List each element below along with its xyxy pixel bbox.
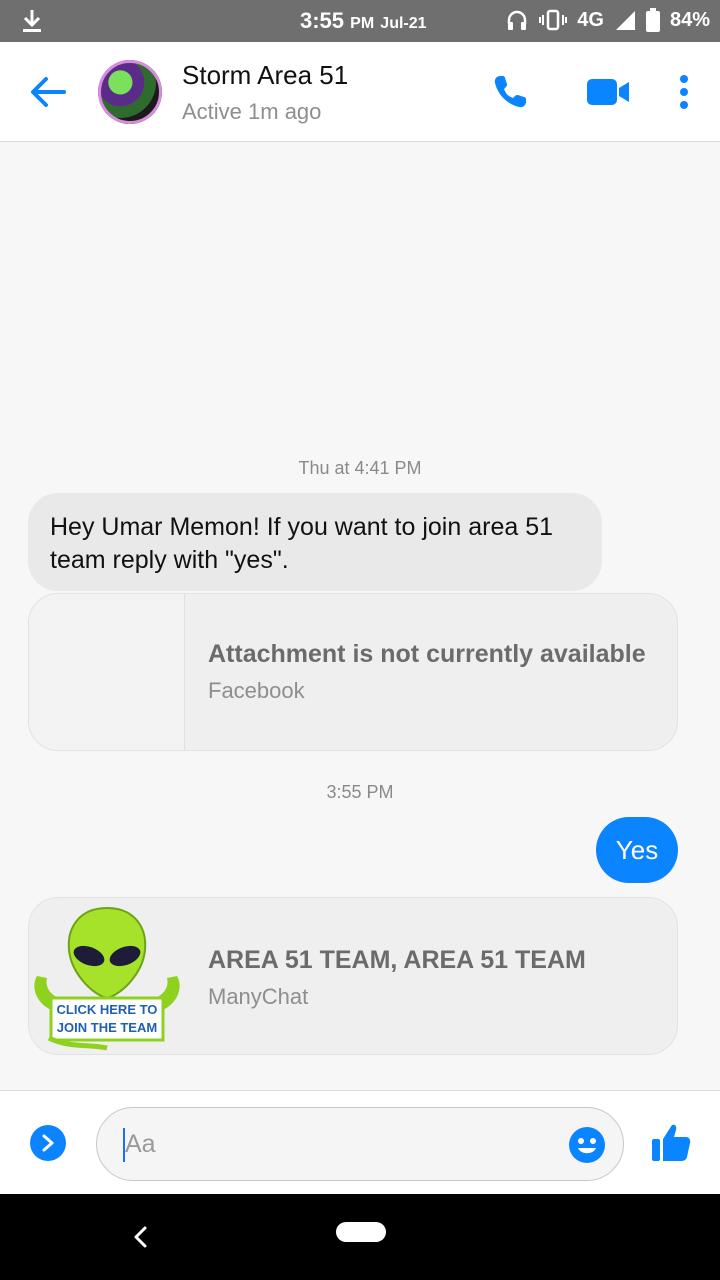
download-icon <box>23 10 41 32</box>
video-icon <box>587 79 629 105</box>
attachment-title: Attachment is not currently available <box>208 640 646 668</box>
contact-name[interactable]: Storm Area 51 <box>182 60 348 91</box>
emoji-button[interactable] <box>569 1127 605 1163</box>
system-navigation-bar <box>0 1194 720 1280</box>
outgoing-message[interactable]: Yes <box>596 817 678 883</box>
nav-back-icon[interactable] <box>128 1222 152 1252</box>
headphones-icon <box>508 10 527 30</box>
status-bar: 3:55 PM Jul-21 4G 84% <box>0 0 720 42</box>
attachment-title: AREA 51 TEAM, AREA 51 TEAM <box>208 946 586 974</box>
vibrate-icon <box>539 9 568 31</box>
phone-call-button[interactable] <box>488 70 532 114</box>
status-icons: 4G 84% <box>505 8 710 32</box>
phone-icon <box>494 76 526 108</box>
battery-percent: 84% <box>669 8 710 31</box>
signal-icon <box>615 11 635 30</box>
alien-sign-line-2: JOIN THE TEAM <box>57 1020 157 1035</box>
attachment-card-unavailable[interactable]: Attachment is not currently available Fa… <box>28 593 678 751</box>
active-status: Active 1m ago <box>182 99 322 124</box>
thumbs-up-icon[interactable] <box>650 1121 692 1163</box>
avatar[interactable] <box>98 60 162 124</box>
expand-actions-button[interactable] <box>30 1125 66 1161</box>
more-vertical-icon <box>680 75 688 109</box>
timestamp: 3:55 PM <box>326 782 394 802</box>
alien-join-team-image: CLICK HERE TO JOIN THE TEAM <box>29 898 185 1054</box>
attachment-thumbnail <box>29 594 185 750</box>
attachment-source: Facebook <box>208 678 305 703</box>
attachment-card-manychat[interactable]: CLICK HERE TO JOIN THE TEAM AREA 51 TEAM… <box>28 897 678 1055</box>
message-input-placeholder: Aa <box>125 1130 156 1158</box>
timestamp: Thu at 4:41 PM <box>298 458 422 478</box>
back-arrow-icon[interactable] <box>26 70 70 114</box>
incoming-message[interactable]: Hey Umar Memon! If you want to join area… <box>28 493 602 591</box>
battery-icon <box>645 8 660 32</box>
message-composer: Aa <box>0 1090 720 1194</box>
network-type: 4G <box>577 8 604 31</box>
expand-icon <box>42 1134 54 1152</box>
message-input[interactable]: Aa <box>96 1107 624 1181</box>
attachment-source: ManyChat <box>208 984 309 1009</box>
video-call-button[interactable] <box>586 70 630 114</box>
message-list[interactable]: Thu at 4:41 PM Hey Umar Memon! If you wa… <box>0 142 720 1090</box>
home-pill-icon[interactable] <box>336 1222 386 1242</box>
alien-sign-line-1: CLICK HERE TO <box>57 1002 158 1017</box>
emoji-icon <box>578 1138 596 1154</box>
conversation-header: Storm Area 51 Active 1m ago <box>0 42 720 142</box>
more-options-button[interactable] <box>662 70 706 114</box>
status-time: 3:55 PM Jul-21 <box>300 8 427 33</box>
